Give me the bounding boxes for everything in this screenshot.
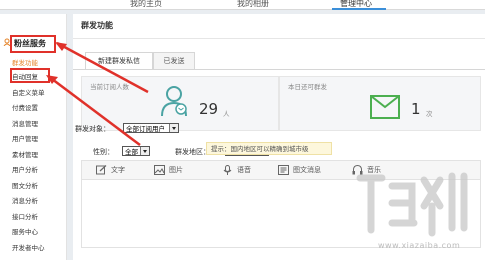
watermark-site: www.xiazaiba.com bbox=[378, 241, 461, 250]
arrow-to-target bbox=[47, 75, 141, 146]
arrow-to-subscribers bbox=[56, 41, 149, 94]
arrow-head-1 bbox=[55, 42, 67, 51]
watermark-logo bbox=[356, 172, 468, 237]
